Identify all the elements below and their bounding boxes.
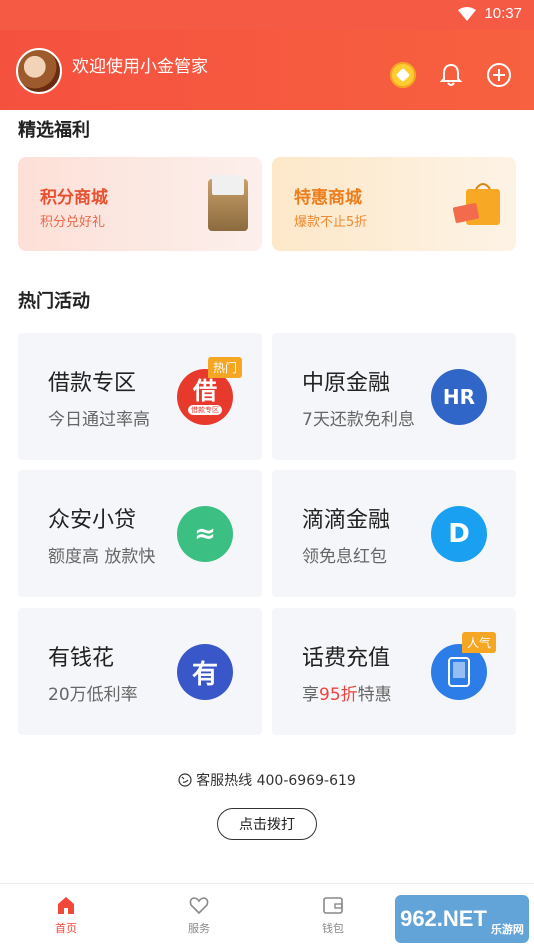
avatar[interactable]: [16, 48, 62, 94]
header: 欢迎使用小金管家: [0, 30, 534, 110]
activity-subtitle: 领免息红包: [302, 547, 387, 567]
zhongyuan-icon: HR: [431, 369, 487, 425]
points-mall-title: 积分商城: [40, 188, 108, 208]
hotline-text: 客服热线 400-6969-619: [196, 773, 356, 789]
tab-home-label: 首页: [55, 922, 77, 935]
activity-card-zhongyuan[interactable]: 中原金融 7天还款免利息 HR: [272, 333, 516, 460]
activity-title: 众安小贷: [48, 508, 137, 533]
activity-title: 滴滴金融: [302, 508, 391, 533]
activity-title: 借款专区: [48, 371, 137, 396]
hot-tag: 热门: [208, 357, 243, 378]
recharge-sub-highlight: 95折: [319, 685, 358, 705]
points-mall-subtitle: 积分兑好礼: [40, 215, 106, 230]
tab-wallet[interactable]: 钱包: [293, 894, 373, 936]
watermark-sub: 乐游网: [490, 924, 524, 936]
tab-wallet-label: 钱包: [322, 922, 344, 935]
recharge-sub-post: 特惠: [357, 685, 392, 705]
activity-subtitle: 额度高 放款快: [48, 547, 156, 567]
activity-subtitle: 享95折特惠: [302, 680, 392, 705]
status-right: 10:37: [458, 5, 522, 22]
wallet-icon: [323, 897, 343, 914]
status-bar: 10:37: [0, 0, 534, 30]
activities-title: 热门活动: [18, 291, 90, 312]
add-icon[interactable]: [486, 62, 512, 88]
watermark-logo: 962.NET 乐游网: [395, 895, 529, 943]
call-button[interactable]: 点击拨打: [217, 808, 317, 840]
recharge-sub-pre: 享: [302, 685, 319, 705]
activity-title: 有钱花: [48, 646, 115, 671]
activity-subtitle: 今日通过率高: [48, 410, 150, 430]
loan-icon-sub: 借款专区: [188, 405, 222, 415]
youqianhua-icon: 有: [177, 644, 233, 700]
tab-service[interactable]: 服务: [159, 894, 239, 936]
status-time: 10:37: [484, 5, 522, 22]
gift-bag-image: [208, 175, 248, 231]
heart-hands-icon: [189, 897, 209, 915]
popular-tag: 人气: [462, 632, 497, 653]
tab-home[interactable]: 首页: [26, 894, 106, 936]
activity-card-loan[interactable]: 借款专区 今日通过率高 借 借款专区 热门: [18, 333, 262, 460]
shopping-bag-image: [452, 183, 500, 225]
loan-icon-text: 借: [193, 377, 217, 405]
hotline: 客服热线 400-6969-619: [0, 770, 534, 790]
activity-card-youqianhua[interactable]: 有钱花 20万低利率 有: [18, 608, 262, 735]
home-icon: [58, 897, 74, 914]
discount-mall-card[interactable]: 特惠商城 爆款不止5折: [272, 157, 516, 251]
vip-icon[interactable]: [390, 62, 416, 88]
activity-subtitle: 20万低利率: [48, 685, 138, 705]
phone-call-icon: [178, 773, 192, 787]
zhongan-icon: ≈: [177, 506, 233, 562]
discount-mall-title: 特惠商城: [294, 188, 362, 208]
bell-icon[interactable]: [438, 62, 464, 88]
activity-subtitle: 7天还款免利息: [302, 410, 415, 430]
welcome-text: 欢迎使用小金管家: [72, 57, 208, 77]
discount-mall-subtitle: 爆款不止5折: [294, 215, 368, 230]
welfare-title: 精选福利: [18, 120, 90, 141]
didi-icon: D: [431, 506, 487, 562]
activity-card-recharge[interactable]: 话费充值 享95折特惠 人气: [272, 608, 516, 735]
activity-title: 中原金融: [302, 371, 391, 396]
watermark-text: 962.NET: [400, 906, 487, 931]
activity-title: 话费充值: [302, 646, 391, 671]
wifi-icon: [458, 6, 477, 21]
activity-card-zhongan[interactable]: 众安小贷 额度高 放款快 ≈: [18, 470, 262, 597]
points-mall-card[interactable]: 积分商城 积分兑好礼: [18, 157, 262, 251]
activity-card-didi[interactable]: 滴滴金融 领免息红包 D: [272, 470, 516, 597]
tab-service-label: 服务: [188, 922, 210, 935]
